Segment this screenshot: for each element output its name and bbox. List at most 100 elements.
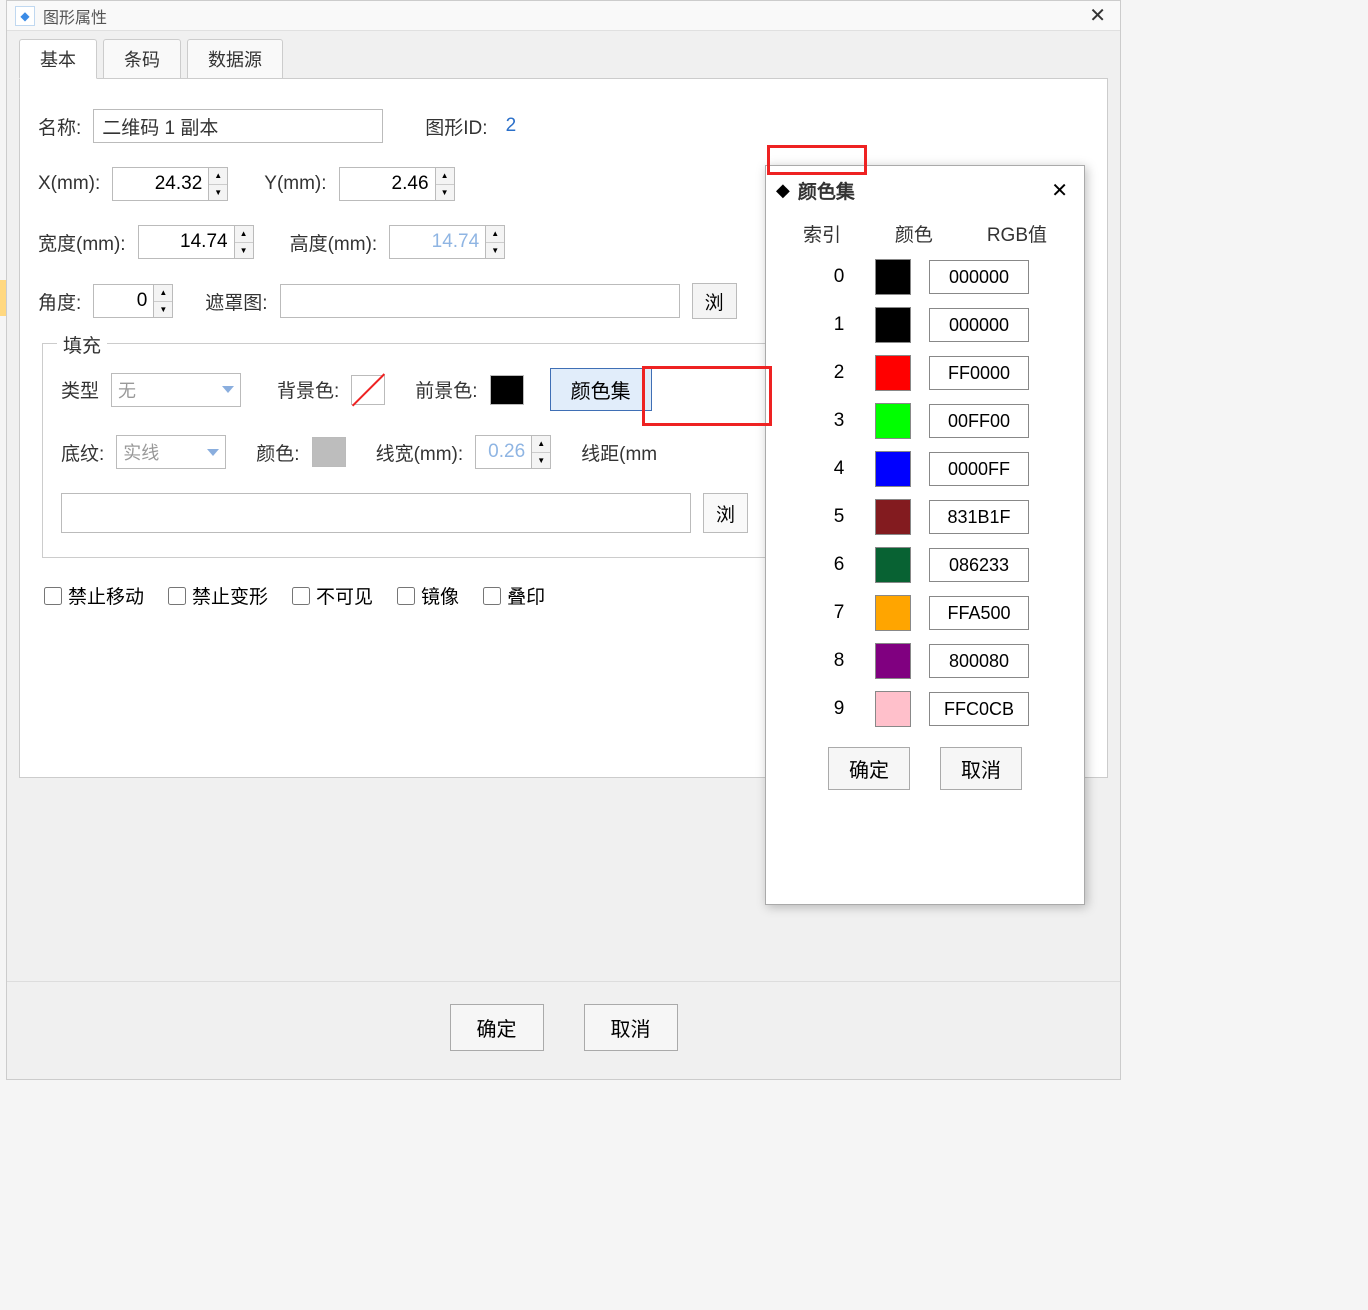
spin-down-icon: ▼ — [486, 243, 504, 259]
fill-legend: 填充 — [57, 331, 107, 358]
color-row: 0 — [766, 253, 1084, 301]
color-index: 7 — [821, 602, 857, 624]
y-label: Y(mm): — [264, 173, 326, 195]
color-swatch[interactable] — [875, 403, 911, 439]
color-swatch[interactable] — [875, 307, 911, 343]
color-row: 3 — [766, 397, 1084, 445]
shapeid-label: 图形ID: — [425, 113, 487, 140]
header-color: 颜色 — [895, 220, 933, 247]
titlebar: ◆ 图形属性 ✕ — [7, 1, 1120, 31]
width-spinner[interactable]: ▲▼ — [138, 225, 254, 259]
app-icon: ◆ — [15, 6, 35, 26]
header-rgb: RGB值 — [987, 220, 1047, 247]
rgb-input[interactable] — [929, 596, 1029, 630]
color-swatch[interactable] — [875, 691, 911, 727]
cb-mirror[interactable]: 镜像 — [397, 582, 459, 609]
shapeid-value: 2 — [506, 115, 517, 137]
close-button[interactable]: ✕ — [1083, 3, 1112, 28]
color-swatch[interactable] — [875, 451, 911, 487]
angle-input[interactable] — [93, 284, 153, 318]
name-input[interactable] — [93, 109, 383, 143]
x-input[interactable] — [112, 167, 208, 201]
tab-datasource[interactable]: 数据源 — [187, 39, 283, 79]
color-index: 1 — [821, 314, 857, 336]
colorset-dialog: ◆ 颜色集 ✕ 索引 颜色 RGB值 0 1 2 3 4 5 6 7 — [765, 165, 1085, 905]
spin-down-icon[interactable]: ▼ — [209, 185, 227, 201]
spin-down-icon: ▼ — [532, 453, 550, 469]
tab-basic[interactable]: 基本 — [19, 39, 97, 79]
fill-browse-button[interactable]: 浏 — [703, 493, 748, 533]
width-label: 宽度(mm): — [38, 229, 126, 256]
colorset-titlebar: ◆ 颜色集 ✕ — [766, 166, 1084, 214]
colorset-button[interactable]: 颜色集 — [550, 368, 652, 411]
x-spinner[interactable]: ▲▼ — [112, 167, 228, 201]
mask-label: 遮罩图: — [205, 288, 267, 315]
height-input — [389, 225, 485, 259]
rgb-input[interactable] — [929, 452, 1029, 486]
colorset-button-row: 确定 取消 — [766, 747, 1084, 790]
color-swatch[interactable] — [875, 499, 911, 535]
rgb-input[interactable] — [929, 308, 1029, 342]
tab-barcode[interactable]: 条码 — [103, 39, 181, 79]
rgb-input[interactable] — [929, 644, 1029, 678]
cancel-button[interactable]: 取消 — [584, 1004, 678, 1051]
pattern-combo[interactable]: 实线 — [116, 435, 226, 469]
rgb-input[interactable] — [929, 692, 1029, 726]
header-index: 索引 — [803, 220, 841, 247]
spin-down-icon[interactable]: ▼ — [235, 243, 253, 259]
color-swatch[interactable] — [875, 595, 911, 631]
rgb-input[interactable] — [929, 548, 1029, 582]
spin-up-icon[interactable]: ▲ — [235, 226, 253, 243]
fgcolor-swatch[interactable] — [490, 375, 524, 405]
color-swatch[interactable] — [875, 547, 911, 583]
linedist-label: 线距(mm — [581, 439, 657, 466]
mask-browse-button[interactable]: 浏 — [692, 283, 737, 319]
colorset-close-button[interactable]: ✕ — [1045, 178, 1074, 203]
color-row: 8 — [766, 637, 1084, 685]
cb-invisible[interactable]: 不可见 — [292, 582, 373, 609]
color-swatch[interactable] — [875, 259, 911, 295]
cb-lock-move[interactable]: 禁止移动 — [44, 582, 144, 609]
color-index: 9 — [821, 698, 857, 720]
colorset-cancel-button[interactable]: 取消 — [940, 747, 1022, 790]
rgb-input[interactable] — [929, 500, 1029, 534]
rgb-input[interactable] — [929, 404, 1029, 438]
dialog-button-row: 确定 取消 — [7, 981, 1120, 1051]
spin-down-icon[interactable]: ▼ — [154, 302, 172, 318]
color-row: 4 — [766, 445, 1084, 493]
color-row: 9 — [766, 685, 1084, 733]
colorset-ok-button[interactable]: 确定 — [828, 747, 910, 790]
rgb-input[interactable] — [929, 260, 1029, 294]
name-label: 名称: — [38, 113, 81, 140]
color-swatch[interactable] — [875, 355, 911, 391]
spin-up-icon[interactable]: ▲ — [154, 285, 172, 302]
angle-spinner[interactable]: ▲▼ — [93, 284, 173, 318]
spin-up-icon[interactable]: ▲ — [209, 168, 227, 185]
y-spinner[interactable]: ▲▼ — [339, 167, 455, 201]
color-swatch[interactable] — [875, 643, 911, 679]
color-index: 8 — [821, 650, 857, 672]
spin-up-icon[interactable]: ▲ — [436, 168, 454, 185]
cb-lock-resize[interactable]: 禁止变形 — [168, 582, 268, 609]
pattern-color-swatch[interactable] — [312, 437, 346, 467]
cb-overprint[interactable]: 叠印 — [483, 582, 545, 609]
fgcolor-label: 前景色: — [415, 376, 477, 403]
y-input[interactable] — [339, 167, 435, 201]
rgb-input[interactable] — [929, 356, 1029, 390]
color-index: 3 — [821, 410, 857, 432]
chevron-down-icon — [222, 386, 234, 393]
ok-button[interactable]: 确定 — [450, 1004, 544, 1051]
color-index: 0 — [821, 266, 857, 288]
color-label: 颜色: — [256, 439, 299, 466]
fill-path-input[interactable] — [61, 493, 691, 533]
bgcolor-swatch[interactable] — [351, 375, 385, 405]
mask-input[interactable] — [280, 284, 680, 318]
width-input[interactable] — [138, 225, 234, 259]
spin-down-icon[interactable]: ▼ — [436, 185, 454, 201]
fill-type-combo[interactable]: 无 — [111, 373, 241, 407]
color-row: 2 — [766, 349, 1084, 397]
color-row: 6 — [766, 541, 1084, 589]
pattern-value: 实线 — [123, 439, 159, 465]
fill-type-value: 无 — [118, 377, 136, 403]
colorset-headers: 索引 颜色 RGB值 — [766, 214, 1084, 253]
